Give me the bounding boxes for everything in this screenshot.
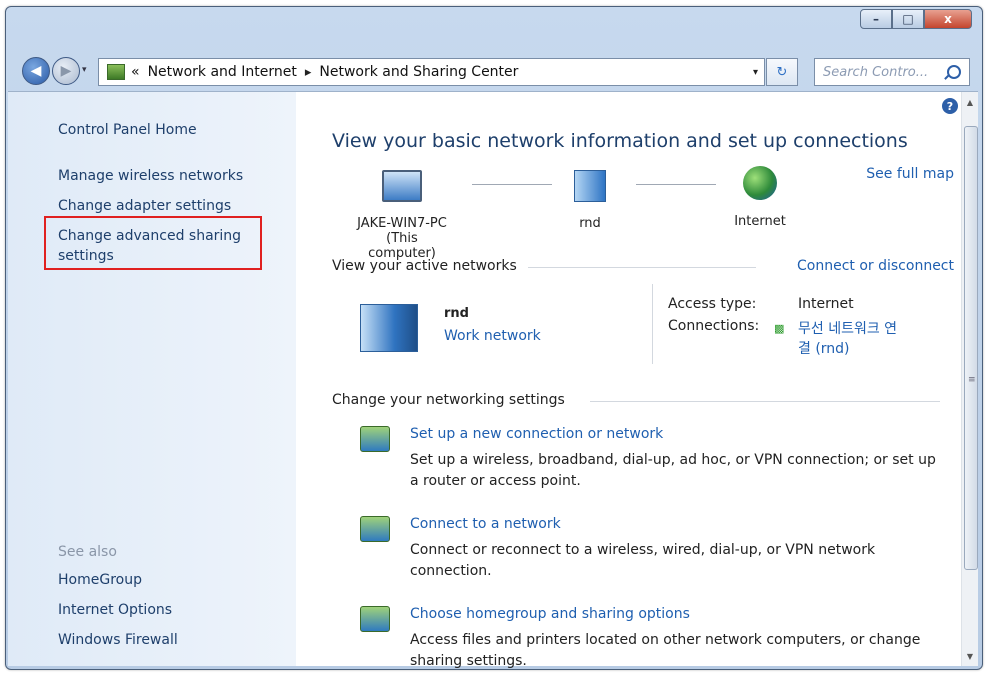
search-placeholder: Search Contro... xyxy=(823,64,929,80)
active-network-name: rnd xyxy=(444,306,469,321)
scroll-down-icon[interactable]: ▼ xyxy=(962,648,978,664)
map-computer[interactable]: JAKE-WIN7-PC (This computer) xyxy=(352,170,452,261)
setup-connection-link[interactable]: Set up a new connection or network xyxy=(410,426,663,442)
sidebar-item-advanced-sharing-line2[interactable]: settings xyxy=(58,248,114,264)
sidebar-item-manage-wireless[interactable]: Manage wireless networks xyxy=(58,168,243,184)
connect-network-icon xyxy=(360,516,390,542)
network-type-link[interactable]: Work network xyxy=(444,328,541,344)
address-dropdown-icon[interactable]: ▾ xyxy=(753,67,758,78)
connect-network-link[interactable]: Connect to a network xyxy=(410,516,561,532)
sidebar-item-change-adapter[interactable]: Change adapter settings xyxy=(58,198,231,214)
networking-settings-heading: Change your networking settings xyxy=(332,392,565,408)
scroll-up-icon[interactable]: ▲ xyxy=(962,94,978,110)
sidebar-item-control-panel-home[interactable]: Control Panel Home xyxy=(58,122,197,138)
breadcrumb-network-and-internet[interactable]: Network and Internet xyxy=(148,64,297,80)
wireless-connection-link[interactable]: 무선 네트워크 연 xyxy=(798,318,897,338)
connect-or-disconnect-link[interactable]: Connect or disconnect xyxy=(797,258,954,274)
minimize-button[interactable]: – xyxy=(860,9,892,29)
map-internet[interactable]: Internet xyxy=(720,166,800,229)
map-connector xyxy=(472,184,552,185)
recent-pages-button[interactable]: ▾ xyxy=(82,65,87,75)
section-divider xyxy=(590,401,940,402)
new-connection-icon xyxy=(360,426,390,452)
network-server-icon xyxy=(360,304,418,352)
content-area: Control Panel Home Manage wireless netwo… xyxy=(8,91,978,669)
page-title: View your basic network information and … xyxy=(332,130,908,152)
scroll-thumb[interactable]: ≡ xyxy=(964,126,978,570)
main-panel: ? View your basic network information an… xyxy=(296,92,962,669)
address-bar[interactable]: « Network and Internet ▸ Network and Sha… xyxy=(98,58,765,86)
computer-caption: (This computer) xyxy=(368,231,436,261)
close-button[interactable]: x xyxy=(924,9,972,29)
active-networks-heading: View your active networks xyxy=(332,258,517,274)
section-divider xyxy=(528,267,756,268)
sidebar-item-internet-options[interactable]: Internet Options xyxy=(58,602,172,618)
see-also-label: See also xyxy=(58,544,117,560)
title-bar: – □ x xyxy=(6,7,982,43)
sidebar: Control Panel Home Manage wireless netwo… xyxy=(8,92,296,666)
access-type-label: Access type: xyxy=(668,296,757,312)
search-icon[interactable] xyxy=(947,65,961,79)
search-input[interactable]: Search Contro... xyxy=(814,58,970,86)
sidebar-item-advanced-sharing[interactable]: Change advanced sharing xyxy=(58,228,241,244)
caption-buttons: – □ x xyxy=(860,9,972,29)
maximize-button[interactable]: □ xyxy=(892,9,924,29)
wifi-signal-icon: ▩ xyxy=(774,322,785,335)
vertical-scrollbar[interactable]: ▲ ≡ ▼ xyxy=(961,92,978,666)
breadcrumb-separator-icon[interactable]: ▸ xyxy=(305,65,312,80)
grip-icon: ≡ xyxy=(968,375,976,385)
connect-network-desc: Connect or reconnect to a wireless, wire… xyxy=(410,542,876,579)
homegroup-link[interactable]: Choose homegroup and sharing options xyxy=(410,606,690,622)
network-name: rnd xyxy=(579,216,601,231)
breadcrumb-overflow[interactable]: « xyxy=(131,64,140,80)
connections-label: Connections: xyxy=(668,318,760,334)
vertical-divider xyxy=(652,284,653,364)
map-network-rnd[interactable]: rnd xyxy=(560,170,620,231)
globe-icon xyxy=(743,166,777,200)
internet-label: Internet xyxy=(734,214,786,229)
homegroup-desc: Access files and printers located on oth… xyxy=(410,632,921,669)
computer-icon xyxy=(382,170,422,202)
homegroup-icon xyxy=(360,606,390,632)
see-full-map-link[interactable]: See full map xyxy=(866,166,954,182)
sidebar-item-homegroup[interactable]: HomeGroup xyxy=(58,572,142,588)
sidebar-item-windows-firewall[interactable]: Windows Firewall xyxy=(58,632,178,648)
map-connector xyxy=(636,184,716,185)
control-panel-window: – □ x ◀ ▶ ▾ « Network and Internet ▸ Net… xyxy=(5,6,983,670)
wireless-connection-link-line2[interactable]: 결 (rnd) xyxy=(798,338,850,358)
refresh-button[interactable]: ↻ xyxy=(766,58,798,86)
setup-connection-desc: Set up a wireless, broadband, dial-up, a… xyxy=(410,452,936,489)
control-panel-icon xyxy=(107,64,125,80)
help-icon[interactable]: ? xyxy=(942,98,958,114)
back-button[interactable]: ◀ xyxy=(22,57,50,85)
access-type-value: Internet xyxy=(798,296,854,312)
forward-button[interactable]: ▶ xyxy=(52,57,80,85)
address-toolbar: ◀ ▶ ▾ « Network and Internet ▸ Network a… xyxy=(6,45,982,87)
computer-name: JAKE-WIN7-PC xyxy=(357,216,447,231)
network-icon xyxy=(574,170,606,202)
breadcrumb-network-sharing-center[interactable]: Network and Sharing Center xyxy=(319,64,518,80)
